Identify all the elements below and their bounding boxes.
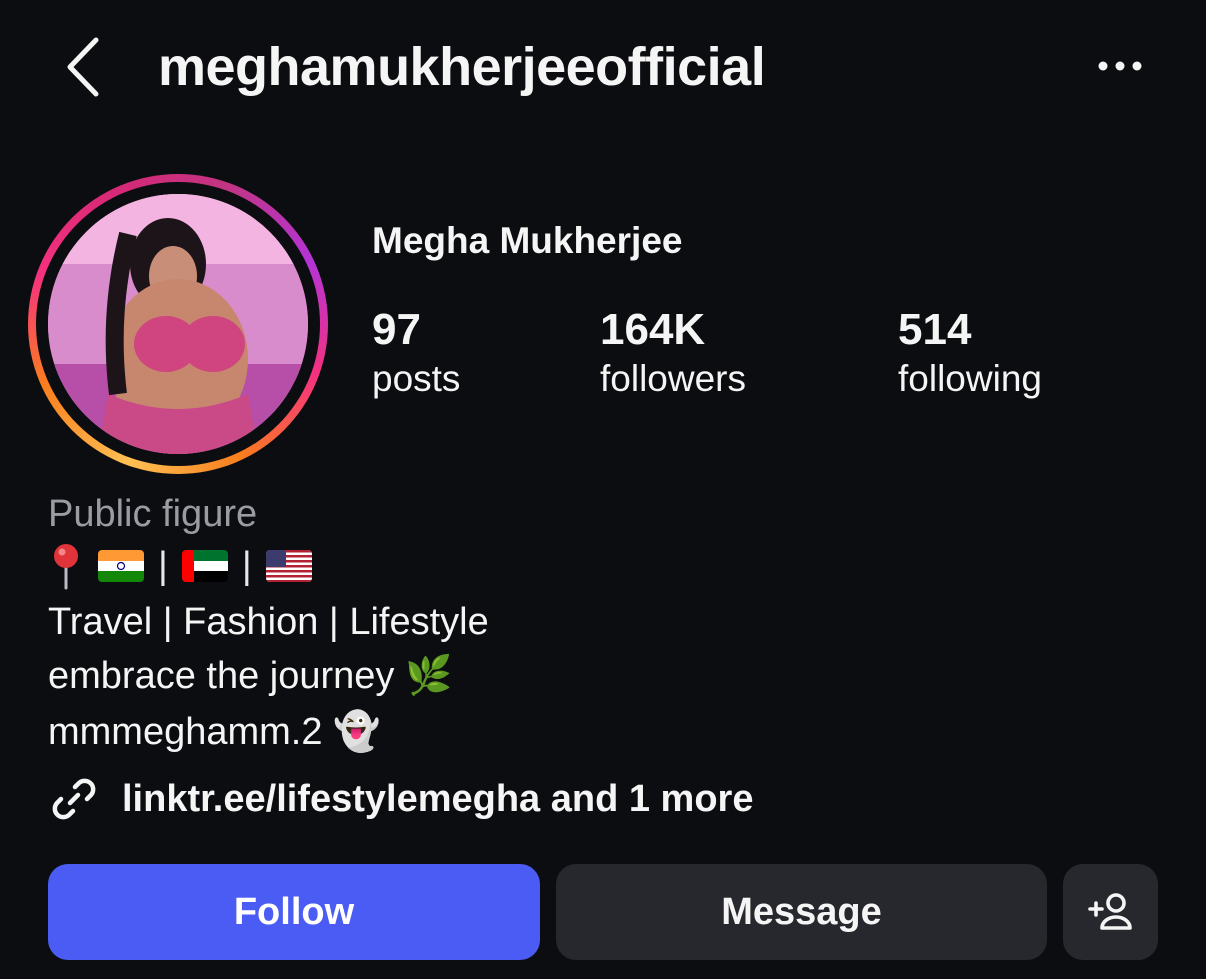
separator: |	[158, 545, 168, 587]
profile-avatar[interactable]	[48, 194, 308, 454]
stat-value: 97	[372, 305, 421, 354]
india-flag-icon	[98, 550, 144, 582]
bio-line: Travel | Fashion | Lifestyle	[48, 601, 489, 643]
avatar-photo	[48, 194, 308, 454]
bio-link[interactable]: linktr.ee/lifestylemegha and 1 more	[48, 772, 753, 826]
stat-label: followers	[600, 358, 746, 399]
separator: |	[241, 545, 252, 587]
usa-flag-icon	[265, 550, 312, 582]
bio-flags-line: | |	[48, 542, 312, 590]
profile-username: meghamukherjeeofficial	[158, 37, 766, 97]
pin-icon	[54, 544, 78, 590]
more-horizontal-icon	[1098, 61, 1142, 71]
bio-line: mmmeghamm.2 👻	[48, 711, 381, 753]
display-name: Megha Mukherjee	[372, 220, 683, 261]
suggested-users-button[interactable]	[1063, 864, 1158, 960]
posts-count[interactable]: 97 posts	[372, 304, 632, 402]
message-button[interactable]: Message	[556, 864, 1047, 960]
stat-label: posts	[372, 358, 461, 399]
follow-button[interactable]: Follow	[48, 864, 540, 960]
bio-link-text[interactable]: linktr.ee/lifestylemegha and 1 more	[122, 778, 753, 821]
chevron-left-icon	[67, 37, 99, 97]
stat-label: following	[898, 358, 1042, 399]
link-icon	[52, 778, 96, 820]
story-ring[interactable]	[28, 174, 328, 474]
more-options-button[interactable]	[1092, 48, 1152, 84]
stat-value: 164K	[600, 305, 706, 354]
back-button[interactable]	[60, 34, 108, 100]
stat-value: 514	[898, 305, 972, 354]
uae-flag-icon	[181, 550, 228, 582]
following-count[interactable]: 514 following	[898, 304, 1158, 402]
profile-category: Public figure	[48, 493, 258, 535]
bio-line: embrace the journey 🌿	[48, 655, 453, 697]
add-person-icon	[1087, 893, 1132, 930]
followers-count[interactable]: 164K followers	[600, 304, 860, 402]
